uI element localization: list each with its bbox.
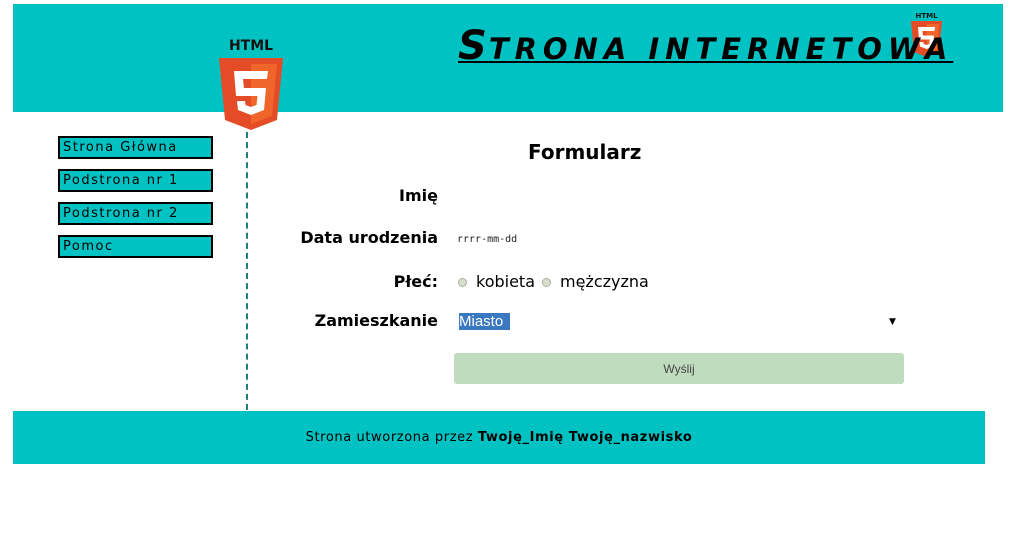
nav-item-subpage-1[interactable]: Podstrona nr 1 (58, 169, 213, 192)
gender-radio-male[interactable] (542, 278, 551, 287)
nav-item-home[interactable]: Strona Główna (58, 136, 213, 159)
site-title-initial: S (458, 23, 489, 69)
submit-button[interactable]: Wyślij (454, 353, 904, 384)
footer-author: Twoję_Imię Twoję_nazwisko (477, 430, 693, 445)
birthdate-label: Data urodzenia (300, 228, 438, 247)
html5-logo-icon: HTML (219, 38, 283, 130)
dashed-divider (246, 132, 248, 410)
logo-html-text: HTML (229, 38, 273, 54)
gender-option-female-label: kobieta (476, 272, 536, 291)
nav-item-subpage-2[interactable]: Podstrona nr 2 (58, 202, 213, 225)
name-label: Imię (399, 186, 438, 205)
site-title: STRONA INTERNETOWA (458, 23, 947, 71)
nav-item-help[interactable]: Pomoc (58, 235, 213, 258)
gender-option-male-label: mężczyzna (560, 272, 649, 291)
residence-label: Zamieszkanie (314, 311, 438, 330)
residence-select[interactable] (454, 310, 904, 334)
footer-text: Strona utworzona przez Twoję_Imię Twoję_… (13, 430, 985, 445)
residence-selected-value: Miasto (459, 313, 510, 330)
page-footer: Strona utworzona przez Twoję_Imię Twoję_… (13, 411, 985, 464)
dropdown-arrow-icon: ▼ (889, 317, 896, 327)
footer-prefix: Strona utworzona przez (305, 430, 478, 445)
site-title-rest: TRONA INTERNETOWA (488, 32, 954, 66)
gender-radio-female[interactable] (458, 278, 467, 287)
birthdate-input[interactable]: rrrr-mm-dd (457, 234, 517, 245)
name-input[interactable] (454, 184, 904, 208)
gender-label: Płeć: (393, 272, 438, 291)
logo-small-html-text: HTML (915, 12, 938, 20)
form-title: Formularz (528, 140, 642, 164)
